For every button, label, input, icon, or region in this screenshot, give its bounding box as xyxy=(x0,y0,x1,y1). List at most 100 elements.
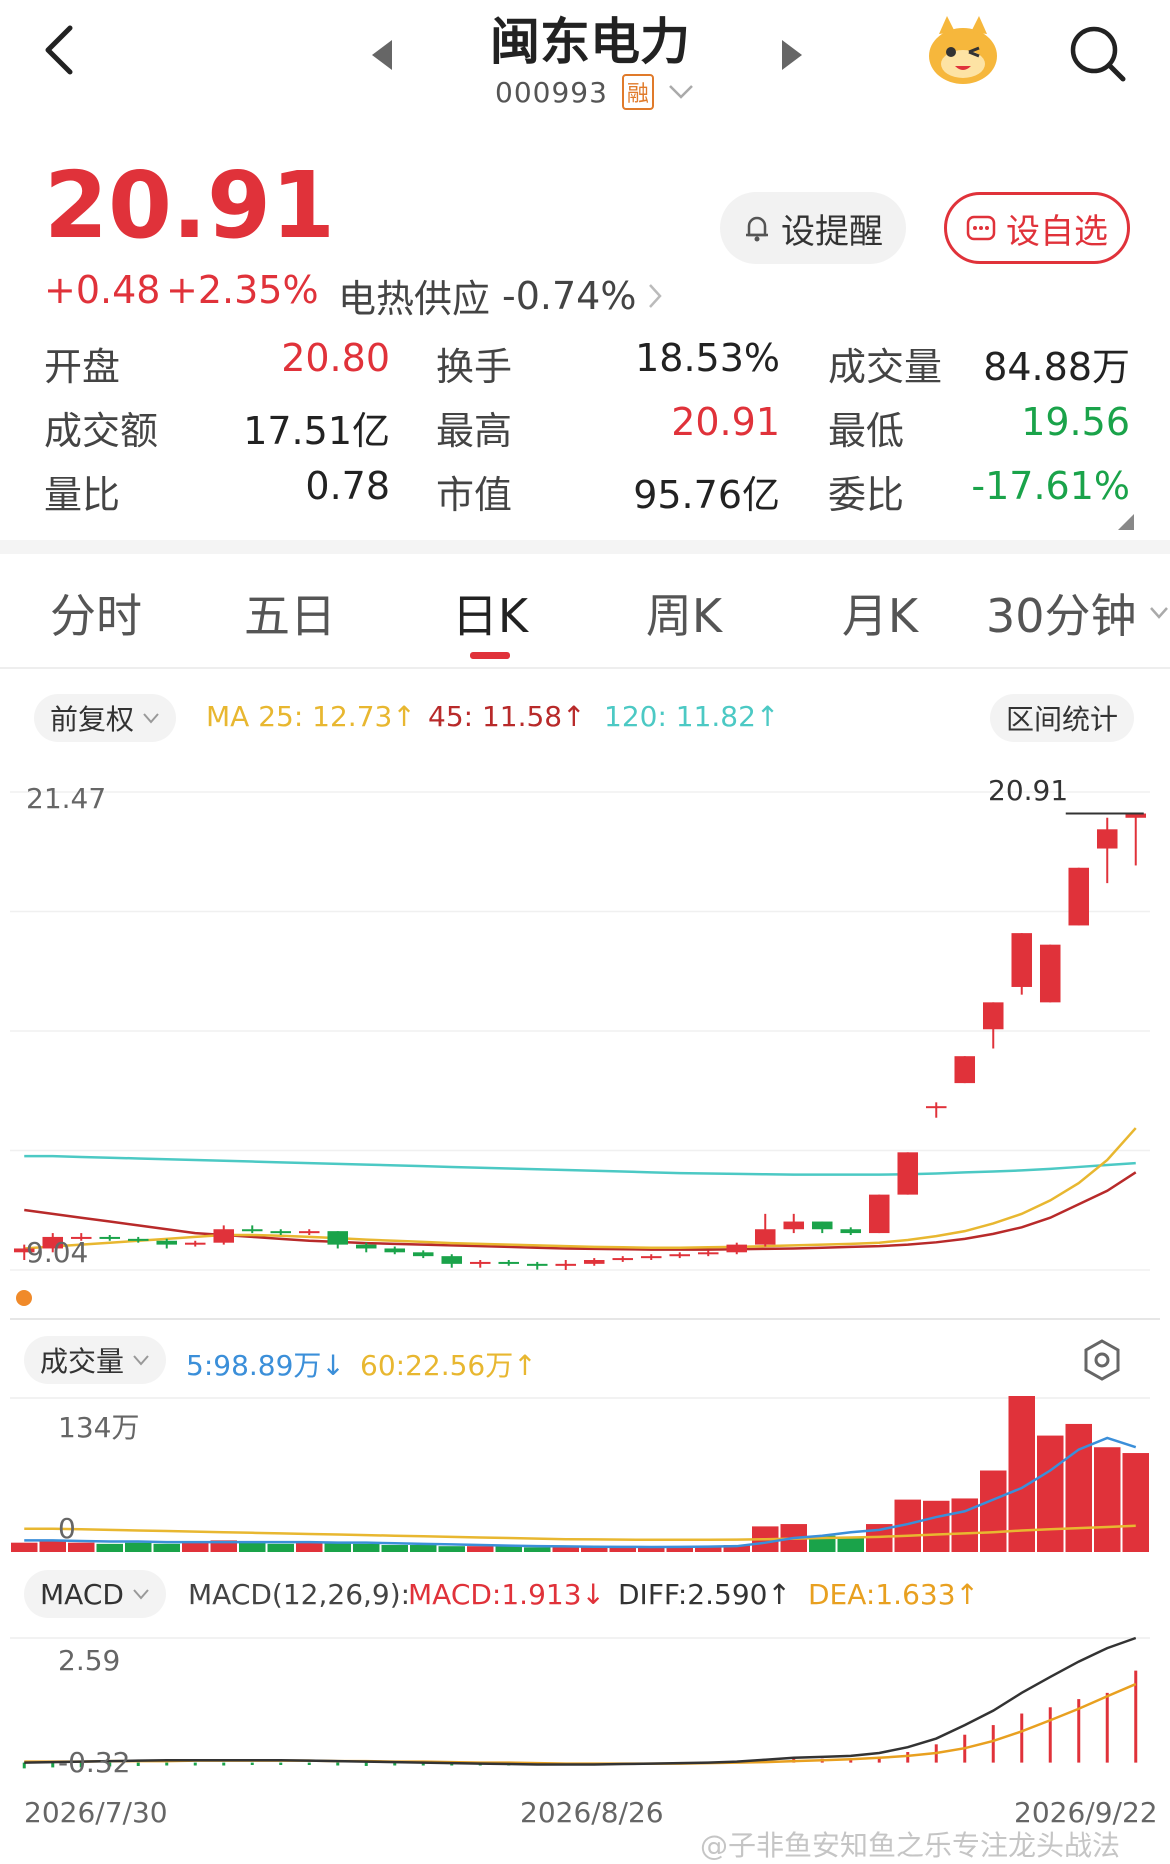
tab-monthly-k[interactable]: 月K xyxy=(820,580,940,646)
stock-name: 闽东电力 xyxy=(490,13,690,71)
candle-body xyxy=(327,1231,349,1245)
candle-body xyxy=(1039,944,1061,1003)
stat-value: 19.56 xyxy=(1021,400,1130,444)
chevron-down-icon xyxy=(669,85,693,99)
candle-body xyxy=(1068,867,1090,926)
date-mid: 2026/8/26 xyxy=(520,1796,664,1829)
stat-label: 换手 xyxy=(436,345,513,389)
volume-bar xyxy=(552,1547,579,1552)
ma25-legend: MA 25: 12.73↑ xyxy=(206,700,416,733)
tab-30min-dropdown[interactable]: 30分钟 xyxy=(986,580,1169,646)
volume-bar xyxy=(438,1546,465,1552)
last-price: 20.91 xyxy=(44,152,336,259)
candle-body xyxy=(669,1254,691,1257)
expand-corner-icon[interactable] xyxy=(1118,514,1134,530)
stat-label: 量比 xyxy=(44,473,121,517)
candle-body xyxy=(783,1221,805,1230)
diff-value: DIFF:2.590↑ xyxy=(618,1578,791,1611)
candle-body xyxy=(555,1263,577,1266)
volume-bar xyxy=(1037,1435,1064,1552)
volume-bar xyxy=(11,1542,38,1552)
tab-30min-label: 30分钟 xyxy=(986,589,1137,643)
candle-body xyxy=(868,1194,890,1234)
stat-label: 最高 xyxy=(436,409,513,453)
settings-button[interactable] xyxy=(1082,1338,1122,1382)
candle-body xyxy=(412,1252,434,1257)
candle-body xyxy=(811,1221,833,1230)
tab-daily-k[interactable]: 日K xyxy=(430,580,550,646)
stat-value: 20.91 xyxy=(671,400,780,444)
chevron-down-icon xyxy=(133,1589,149,1600)
settings-hexagon-icon xyxy=(1084,1339,1120,1381)
tab-five-day[interactable]: 五日 xyxy=(230,580,350,646)
macd-max-label: 2.59 xyxy=(58,1644,121,1677)
candle-body xyxy=(441,1256,463,1264)
candle-body xyxy=(498,1261,520,1264)
candle-body xyxy=(982,1002,1004,1030)
stat-value: 84.88万 xyxy=(983,345,1130,389)
macd-min-label: -0.32 xyxy=(58,1746,131,1779)
adjust-dropdown[interactable]: 前复权 xyxy=(34,694,177,742)
dea-value: DEA:1.633↑ xyxy=(808,1578,979,1611)
volume-bar xyxy=(923,1500,950,1552)
triangle-left-icon xyxy=(372,40,392,70)
candlestick-chart[interactable] xyxy=(0,760,1170,1320)
add-watchlist-button[interactable]: 设自选 xyxy=(944,192,1130,264)
sector-link[interactable]: 电热供应 -0.74% xyxy=(338,268,663,323)
volume-bar xyxy=(381,1545,408,1552)
stat-label: 开盘 xyxy=(44,345,121,389)
macd-indicator-dropdown[interactable]: MACD xyxy=(24,1570,166,1618)
tab-intraday[interactable]: 分时 xyxy=(36,580,156,646)
period-tabs: 分时 五日 日K 周K 月K 30分钟 xyxy=(0,580,1170,660)
candle-body xyxy=(897,1152,919,1195)
chevron-down-icon xyxy=(143,713,159,724)
ma120-legend: 120: 11.82↑ xyxy=(604,700,780,733)
vol-ma5-legend: 5:98.89万↓ xyxy=(186,1349,345,1382)
tab-weekly-k[interactable]: 周K xyxy=(624,580,744,646)
event-dot[interactable] xyxy=(16,1290,32,1306)
range-stat-button[interactable]: 区间统计 xyxy=(990,694,1135,742)
candle-body xyxy=(469,1261,491,1264)
stats-grid: 开盘 20.80 换手 18.53% 成交量 84.88万 成交额 17.51亿… xyxy=(44,336,1130,526)
candle-body xyxy=(640,1256,662,1259)
volume-indicator-dropdown[interactable]: 成交量 xyxy=(24,1336,167,1384)
stat-value: 95.76亿 xyxy=(633,473,780,517)
volume-chart[interactable] xyxy=(0,1396,1170,1556)
volume-bar xyxy=(353,1543,380,1552)
sector-name: 电热供应 xyxy=(338,277,491,321)
prev-stock-button[interactable] xyxy=(370,40,394,70)
stat-label: 最低 xyxy=(828,409,905,453)
volume-bar xyxy=(153,1543,180,1552)
ma25-line xyxy=(24,1127,1137,1250)
candle-body xyxy=(697,1252,719,1255)
volume-bar xyxy=(96,1543,123,1552)
volume-max-label: 134万 xyxy=(58,1411,140,1444)
volume-bar xyxy=(324,1542,351,1552)
price-max-label: 21.47 xyxy=(26,782,107,815)
search-button[interactable] xyxy=(1068,24,1128,84)
add-watch-icon xyxy=(966,215,996,241)
next-stock-button[interactable] xyxy=(780,40,804,70)
chevron-down-icon xyxy=(1149,607,1168,619)
set-alert-button[interactable]: 设提醒 xyxy=(720,192,906,264)
triangle-right-icon xyxy=(782,40,802,70)
macd-chart[interactable] xyxy=(0,1630,1170,1790)
date-start: 2026/7/30 xyxy=(24,1796,168,1829)
candle-body xyxy=(127,1238,149,1241)
stock-code-row[interactable]: 000993 融 xyxy=(495,74,694,110)
candle-body xyxy=(526,1263,548,1266)
candle-body xyxy=(726,1244,748,1253)
set-alert-label: 设提醒 xyxy=(781,211,883,252)
macd-params: MACD(12,26,9): xyxy=(188,1578,411,1611)
macd-label: MACD xyxy=(40,1577,124,1611)
candle-body xyxy=(612,1258,634,1261)
candle-body xyxy=(583,1260,605,1264)
stat-value: 17.51亿 xyxy=(243,409,390,453)
back-button[interactable] xyxy=(30,20,90,80)
candle-body xyxy=(213,1229,235,1243)
stat-label: 市值 xyxy=(436,473,513,517)
volume-min-label: 0 xyxy=(58,1512,76,1545)
candle-body xyxy=(754,1229,776,1245)
mascot-icon[interactable] xyxy=(925,12,1001,88)
price-change: +0.48 xyxy=(44,268,161,312)
